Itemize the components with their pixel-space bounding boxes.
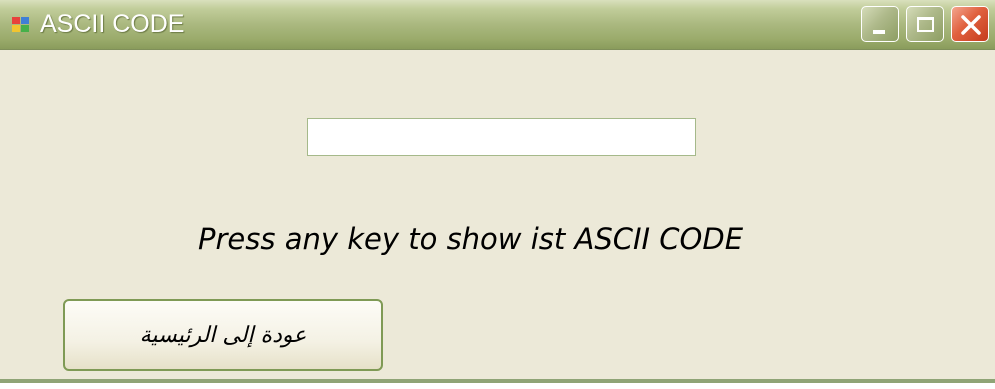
ascii-code-window: ASCII CODE Press any key to show ist ASC… xyxy=(0,0,995,383)
maximize-button[interactable] xyxy=(906,6,944,42)
application-icon[interactable] xyxy=(12,17,30,33)
close-button[interactable] xyxy=(951,6,989,42)
minimize-icon xyxy=(873,30,885,34)
minimize-button[interactable] xyxy=(861,6,899,42)
key-input[interactable] xyxy=(307,118,696,156)
close-icon xyxy=(961,15,981,35)
back-to-home-button[interactable]: عودة إلى الرئيسية xyxy=(63,299,383,371)
back-to-home-label: عودة إلى الرئيسية xyxy=(139,322,307,348)
bottom-strip xyxy=(0,383,995,389)
maximize-icon xyxy=(917,17,934,32)
window-title: ASCII CODE xyxy=(40,10,185,38)
title-bar[interactable]: ASCII CODE xyxy=(0,0,995,50)
prompt-label: Press any key to show ist ASCII CODE xyxy=(198,222,744,256)
